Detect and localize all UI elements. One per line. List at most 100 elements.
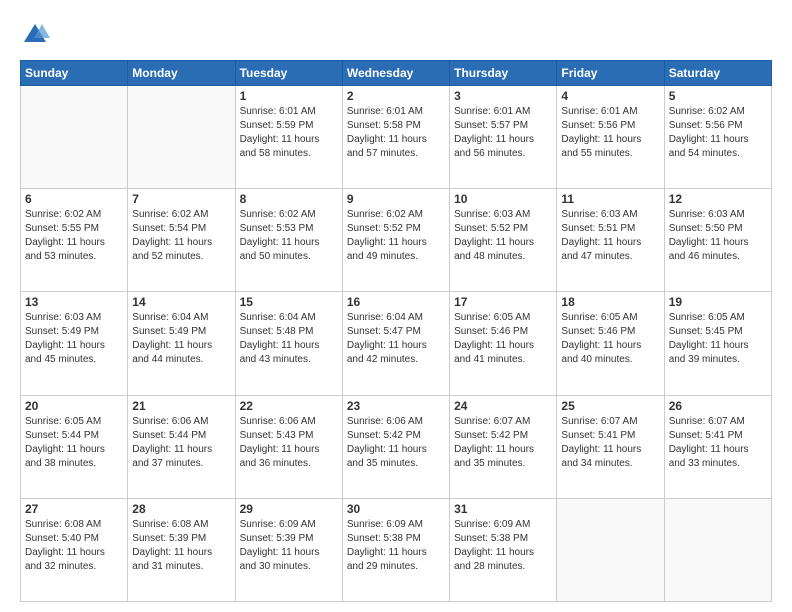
calendar-table: Sunday Monday Tuesday Wednesday Thursday… xyxy=(20,60,772,602)
calendar-cell: 30 Sunrise: 6:09 AM Sunset: 5:38 PM Dayli… xyxy=(342,498,449,601)
calendar-cell: 10 Sunrise: 6:03 AM Sunset: 5:52 PM Dayli… xyxy=(450,189,557,292)
calendar-week-row: 13 Sunrise: 6:03 AM Sunset: 5:49 PM Dayli… xyxy=(21,292,772,395)
day-number: 17 xyxy=(454,295,552,309)
day-number: 5 xyxy=(669,89,767,103)
calendar-cell: 20 Sunrise: 6:05 AM Sunset: 5:44 PM Dayli… xyxy=(21,395,128,498)
calendar-week-row: 20 Sunrise: 6:05 AM Sunset: 5:44 PM Dayli… xyxy=(21,395,772,498)
header-wednesday: Wednesday xyxy=(342,61,449,86)
day-info: Sunrise: 6:09 AM Sunset: 5:38 PM Dayligh… xyxy=(454,518,552,574)
calendar-week-row: 6Sunrise: 6:02 AM Sunset: 5:55 PM Daylig… xyxy=(21,189,772,292)
logo-icon xyxy=(20,20,50,50)
calendar-cell: 17 Sunrise: 6:05 AM Sunset: 5:46 PM Dayli… xyxy=(450,292,557,395)
day-info: Sunrise: 6:06 AM Sunset: 5:43 PM Dayligh… xyxy=(240,415,338,471)
calendar-cell: 22 Sunrise: 6:06 AM Sunset: 5:43 PM Dayli… xyxy=(235,395,342,498)
calendar-cell: 2 Sunrise: 6:01 AM Sunset: 5:58 PM Daylig… xyxy=(342,86,449,189)
day-number: 27 xyxy=(25,502,123,516)
day-info: Sunrise: 6:01 AM Sunset: 5:56 PM Dayligh… xyxy=(561,105,659,161)
day-info: Sunrise: 6:01 AM Sunset: 5:57 PM Dayligh… xyxy=(454,105,552,161)
day-info: Sunrise: 6:05 AM Sunset: 5:46 PM Dayligh… xyxy=(454,311,552,367)
calendar-cell: 31 Sunrise: 6:09 AM Sunset: 5:38 PM Dayli… xyxy=(450,498,557,601)
calendar-cell: 11Sunrise: 6:03 AM Sunset: 5:51 PM Dayli… xyxy=(557,189,664,292)
header-saturday: Saturday xyxy=(664,61,771,86)
day-info: Sunrise: 6:05 AM Sunset: 5:45 PM Dayligh… xyxy=(669,311,767,367)
calendar-cell: 13 Sunrise: 6:03 AM Sunset: 5:49 PM Dayli… xyxy=(21,292,128,395)
calendar-cell: 8Sunrise: 6:02 AM Sunset: 5:53 PM Daylig… xyxy=(235,189,342,292)
day-number: 30 xyxy=(347,502,445,516)
page-header xyxy=(20,20,772,50)
day-number: 9 xyxy=(347,192,445,206)
calendar-cell: 1 Sunrise: 6:01 AM Sunset: 5:59 PM Daylig… xyxy=(235,86,342,189)
day-info: Sunrise: 6:09 AM Sunset: 5:39 PM Dayligh… xyxy=(240,518,338,574)
day-number: 22 xyxy=(240,399,338,413)
day-info: Sunrise: 6:05 AM Sunset: 5:44 PM Dayligh… xyxy=(25,415,123,471)
day-info: Sunrise: 6:06 AM Sunset: 5:44 PM Dayligh… xyxy=(132,415,230,471)
day-number: 24 xyxy=(454,399,552,413)
calendar-cell: 9Sunrise: 6:02 AM Sunset: 5:52 PM Daylig… xyxy=(342,189,449,292)
day-number: 23 xyxy=(347,399,445,413)
day-info: Sunrise: 6:02 AM Sunset: 5:56 PM Dayligh… xyxy=(669,105,767,161)
calendar-cell: 7 Sunrise: 6:02 AM Sunset: 5:54 PM Daylig… xyxy=(128,189,235,292)
day-info: Sunrise: 6:09 AM Sunset: 5:38 PM Dayligh… xyxy=(347,518,445,574)
day-info: Sunrise: 6:07 AM Sunset: 5:41 PM Dayligh… xyxy=(561,415,659,471)
day-number: 31 xyxy=(454,502,552,516)
day-number: 18 xyxy=(561,295,659,309)
day-number: 11 xyxy=(561,192,659,206)
day-info: Sunrise: 6:07 AM Sunset: 5:41 PM Dayligh… xyxy=(669,415,767,471)
calendar-cell: 26 Sunrise: 6:07 AM Sunset: 5:41 PM Dayli… xyxy=(664,395,771,498)
header-tuesday: Tuesday xyxy=(235,61,342,86)
day-info: Sunrise: 6:02 AM Sunset: 5:53 PM Dayligh… xyxy=(240,208,338,264)
day-number: 21 xyxy=(132,399,230,413)
day-info: Sunrise: 6:04 AM Sunset: 5:48 PM Dayligh… xyxy=(240,311,338,367)
calendar-cell xyxy=(128,86,235,189)
day-info: Sunrise: 6:02 AM Sunset: 5:54 PM Dayligh… xyxy=(132,208,230,264)
day-info: Sunrise: 6:03 AM Sunset: 5:50 PM Dayligh… xyxy=(669,208,767,264)
calendar-cell: 3 Sunrise: 6:01 AM Sunset: 5:57 PM Daylig… xyxy=(450,86,557,189)
header-monday: Monday xyxy=(128,61,235,86)
day-info: Sunrise: 6:03 AM Sunset: 5:49 PM Dayligh… xyxy=(25,311,123,367)
calendar-cell: 6Sunrise: 6:02 AM Sunset: 5:55 PM Daylig… xyxy=(21,189,128,292)
day-number: 25 xyxy=(561,399,659,413)
day-info: Sunrise: 6:01 AM Sunset: 5:59 PM Dayligh… xyxy=(240,105,338,161)
day-number: 4 xyxy=(561,89,659,103)
header-thursday: Thursday xyxy=(450,61,557,86)
calendar-cell xyxy=(664,498,771,601)
calendar-cell: 5 Sunrise: 6:02 AM Sunset: 5:56 PM Daylig… xyxy=(664,86,771,189)
weekday-header-row: Sunday Monday Tuesday Wednesday Thursday… xyxy=(21,61,772,86)
day-number: 15 xyxy=(240,295,338,309)
calendar-cell: 19Sunrise: 6:05 AM Sunset: 5:45 PM Dayli… xyxy=(664,292,771,395)
calendar-cell xyxy=(557,498,664,601)
day-number: 3 xyxy=(454,89,552,103)
day-number: 7 xyxy=(132,192,230,206)
day-info: Sunrise: 6:08 AM Sunset: 5:39 PM Dayligh… xyxy=(132,518,230,574)
day-number: 14 xyxy=(132,295,230,309)
day-number: 10 xyxy=(454,192,552,206)
calendar-page: Sunday Monday Tuesday Wednesday Thursday… xyxy=(0,0,792,612)
day-info: Sunrise: 6:06 AM Sunset: 5:42 PM Dayligh… xyxy=(347,415,445,471)
day-info: Sunrise: 6:08 AM Sunset: 5:40 PM Dayligh… xyxy=(25,518,123,574)
day-number: 29 xyxy=(240,502,338,516)
day-number: 12 xyxy=(669,192,767,206)
calendar-cell: 4 Sunrise: 6:01 AM Sunset: 5:56 PM Daylig… xyxy=(557,86,664,189)
calendar-cell: 18 Sunrise: 6:05 AM Sunset: 5:46 PM Dayli… xyxy=(557,292,664,395)
calendar-cell: 24Sunrise: 6:07 AM Sunset: 5:42 PM Dayli… xyxy=(450,395,557,498)
day-number: 16 xyxy=(347,295,445,309)
day-number: 13 xyxy=(25,295,123,309)
calendar-cell: 21 Sunrise: 6:06 AM Sunset: 5:44 PM Dayli… xyxy=(128,395,235,498)
day-number: 26 xyxy=(669,399,767,413)
day-info: Sunrise: 6:01 AM Sunset: 5:58 PM Dayligh… xyxy=(347,105,445,161)
calendar-cell: 29 Sunrise: 6:09 AM Sunset: 5:39 PM Dayli… xyxy=(235,498,342,601)
header-friday: Friday xyxy=(557,61,664,86)
header-sunday: Sunday xyxy=(21,61,128,86)
calendar-cell: 16 Sunrise: 6:04 AM Sunset: 5:47 PM Dayli… xyxy=(342,292,449,395)
calendar-cell: 15 Sunrise: 6:04 AM Sunset: 5:48 PM Dayli… xyxy=(235,292,342,395)
day-info: Sunrise: 6:04 AM Sunset: 5:47 PM Dayligh… xyxy=(347,311,445,367)
day-info: Sunrise: 6:05 AM Sunset: 5:46 PM Dayligh… xyxy=(561,311,659,367)
calendar-cell: 12 Sunrise: 6:03 AM Sunset: 5:50 PM Dayli… xyxy=(664,189,771,292)
calendar-cell: 27 Sunrise: 6:08 AM Sunset: 5:40 PM Dayli… xyxy=(21,498,128,601)
day-info: Sunrise: 6:04 AM Sunset: 5:49 PM Dayligh… xyxy=(132,311,230,367)
day-info: Sunrise: 6:03 AM Sunset: 5:52 PM Dayligh… xyxy=(454,208,552,264)
day-number: 2 xyxy=(347,89,445,103)
calendar-week-row: 27 Sunrise: 6:08 AM Sunset: 5:40 PM Dayli… xyxy=(21,498,772,601)
day-number: 20 xyxy=(25,399,123,413)
day-number: 1 xyxy=(240,89,338,103)
